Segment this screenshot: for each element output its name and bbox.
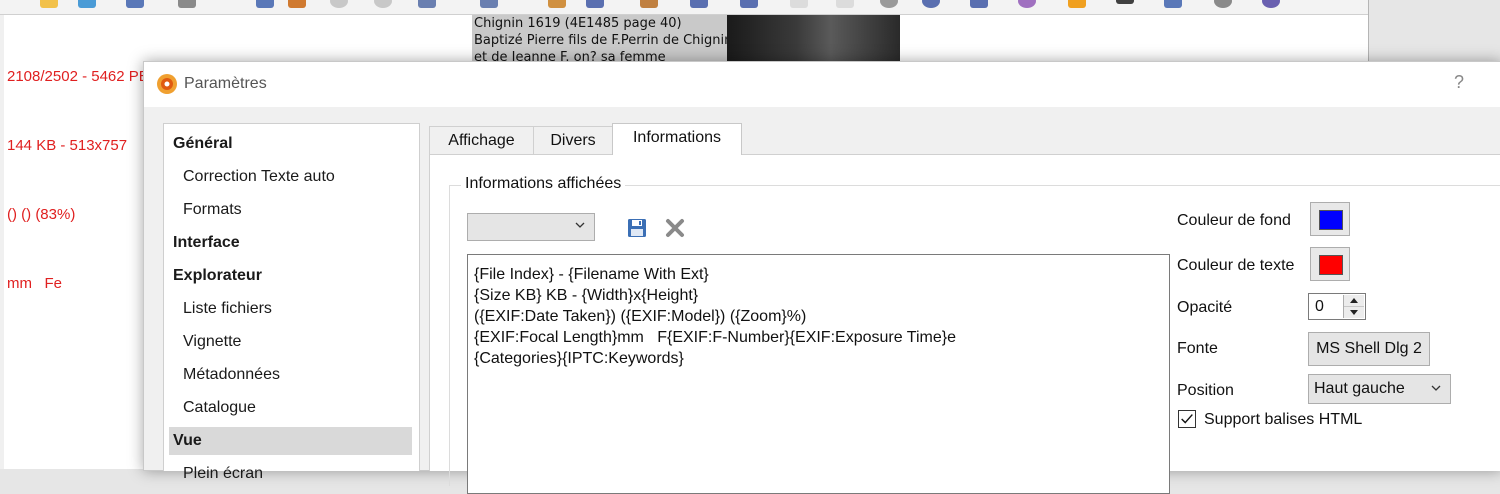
- toolbar-brush-icon[interactable]: [640, 0, 658, 8]
- info-template-textarea[interactable]: {File Index} - {Filename With Ext} {Size…: [467, 254, 1170, 494]
- viewer-toolbar: [0, 0, 1368, 15]
- dialog-titlebar[interactable]: Paramètres ?: [144, 62, 1500, 107]
- opacity-label: Opacité: [1177, 299, 1233, 316]
- nav-item-autocorrect[interactable]: Correction Texte auto: [164, 163, 419, 191]
- nav-item-general[interactable]: Général: [164, 130, 419, 158]
- settings-nav: Général Correction Texte auto Formats In…: [163, 123, 420, 482]
- position-label: Position: [1177, 382, 1234, 399]
- toolbar-zoom-icon[interactable]: [880, 0, 898, 8]
- nav-item-file-list[interactable]: Liste fichiers: [164, 295, 419, 323]
- toolbar-prev-icon[interactable]: [690, 0, 708, 8]
- toolbar-page-icon[interactable]: [790, 0, 808, 8]
- nav-item-view[interactable]: Vue: [169, 427, 412, 455]
- bg-color-label: Couleur de fond: [1177, 212, 1291, 229]
- group-label: Informations affichées: [461, 175, 626, 193]
- toolbar-folder-icon[interactable]: [40, 0, 58, 8]
- toolbar-pencil-icon[interactable]: [548, 0, 566, 8]
- template-line: ({EXIF:Date Taken}) ({EXIF:Model}) ({Zoo…: [474, 308, 807, 325]
- bg-color-button[interactable]: [1310, 202, 1350, 236]
- toolbar-window-icon[interactable]: [418, 0, 436, 8]
- toolbar-screen-icon[interactable]: [970, 0, 988, 8]
- help-button[interactable]: ?: [1454, 72, 1464, 93]
- photo-caption-line: Baptizé Pierre fils de F.Perrin de Chign…: [474, 33, 733, 48]
- xnview-eye-icon: [157, 74, 177, 94]
- tab-affichage[interactable]: Affichage: [429, 126, 534, 154]
- text-color-label: Couleur de texte: [1177, 257, 1295, 274]
- informations-panel: Informations affichées {File Index} - {F…: [429, 154, 1500, 494]
- toolbar-palette-icon[interactable]: [1018, 0, 1036, 8]
- opacity-spinbox[interactable]: 0: [1308, 293, 1366, 320]
- toolbar-window2-icon[interactable]: [480, 0, 498, 8]
- toolbar-page2-icon[interactable]: [836, 0, 854, 8]
- nav-item-fullscreen[interactable]: Plein écran: [164, 460, 419, 488]
- chevron-down-icon: [1431, 385, 1441, 391]
- chevron-down-icon: [575, 222, 585, 228]
- photo-caption: Chignin 1619 (4E1485 page 40) Baptizé Pi…: [472, 15, 733, 61]
- position-value: Haut gauche: [1314, 380, 1405, 397]
- nav-item-interface[interactable]: Interface: [164, 229, 419, 257]
- preset-combo[interactable]: [467, 213, 595, 241]
- displayed-info-group: Informations affichées {File Index} - {F…: [449, 175, 1500, 494]
- template-line: {EXIF:Focal Length}mm F{EXIF:F-Number}{E…: [474, 329, 956, 346]
- settings-tabs: Affichage Divers Informations: [429, 123, 1500, 155]
- opacity-spin-buttons: [1343, 295, 1364, 318]
- template-line: {Size KB} KB - {Width}x{Height}: [474, 287, 699, 304]
- position-select[interactable]: Haut gauche: [1308, 374, 1451, 404]
- toolbar-edit-icon[interactable]: [126, 0, 144, 8]
- font-button[interactable]: MS Shell Dlg 2: [1308, 332, 1430, 366]
- dialog-title: Paramètres: [184, 75, 267, 92]
- text-color-swatch: [1319, 255, 1343, 275]
- toolbar-folder2-icon[interactable]: [1068, 0, 1086, 8]
- toolbar-chart-icon[interactable]: [586, 0, 604, 8]
- template-line: {File Index} - {Filename With Ext}: [474, 266, 709, 283]
- nav-item-thumbnail[interactable]: Vignette: [164, 328, 419, 356]
- bg-color-swatch: [1319, 210, 1343, 230]
- tab-divers[interactable]: Divers: [533, 126, 613, 154]
- document-photo: Chignin 1619 (4E1485 page 40) Baptizé Pi…: [472, 15, 900, 61]
- toolbar-next-icon[interactable]: [740, 0, 758, 8]
- toolbar-gallery-icon[interactable]: [288, 0, 306, 8]
- opacity-value: 0: [1315, 298, 1324, 315]
- toolbar-help-icon[interactable]: [1262, 0, 1280, 8]
- toolbar-draw-icon[interactable]: [178, 0, 196, 8]
- settings-dialog: Paramètres ? Général Correction Texte au…: [143, 61, 1500, 494]
- toolbar-image-icon[interactable]: [256, 0, 274, 8]
- toolbar-camera-icon[interactable]: [1164, 0, 1182, 8]
- toolbar-info-icon[interactable]: [922, 0, 940, 8]
- html-support-checkbox[interactable]: [1178, 410, 1196, 428]
- toolbar-line-icon[interactable]: [1116, 0, 1134, 4]
- floppy-disk-icon[interactable]: [626, 217, 648, 239]
- toolbar-settings-icon[interactable]: [1214, 0, 1232, 8]
- nav-item-metadata[interactable]: Métadonnées: [164, 361, 419, 389]
- nav-item-explorer[interactable]: Explorateur: [164, 262, 419, 290]
- html-support-label[interactable]: Support balises HTML: [1204, 411, 1362, 429]
- toolbar-circle2-icon[interactable]: [374, 0, 392, 8]
- nav-item-formats[interactable]: Formats: [164, 196, 419, 224]
- text-color-button[interactable]: [1310, 247, 1350, 281]
- spin-down-icon[interactable]: [1344, 307, 1364, 318]
- photo-caption-line: Chignin 1619 (4E1485 page 40): [474, 16, 682, 31]
- nav-item-catalog[interactable]: Catalogue: [164, 394, 419, 422]
- toolbar-circle-icon[interactable]: [330, 0, 348, 8]
- toolbar-refresh-icon[interactable]: [78, 0, 96, 8]
- font-label: Fonte: [1177, 340, 1218, 357]
- delete-x-icon[interactable]: [664, 217, 686, 239]
- template-line: {Categories}{IPTC:Keywords}: [474, 350, 684, 367]
- spin-up-icon[interactable]: [1344, 295, 1364, 307]
- tab-informations[interactable]: Informations: [612, 123, 742, 155]
- photo-caption-line: et de Jeanne F. on? sa femme: [474, 50, 666, 61]
- photo-scan-area: [727, 15, 900, 61]
